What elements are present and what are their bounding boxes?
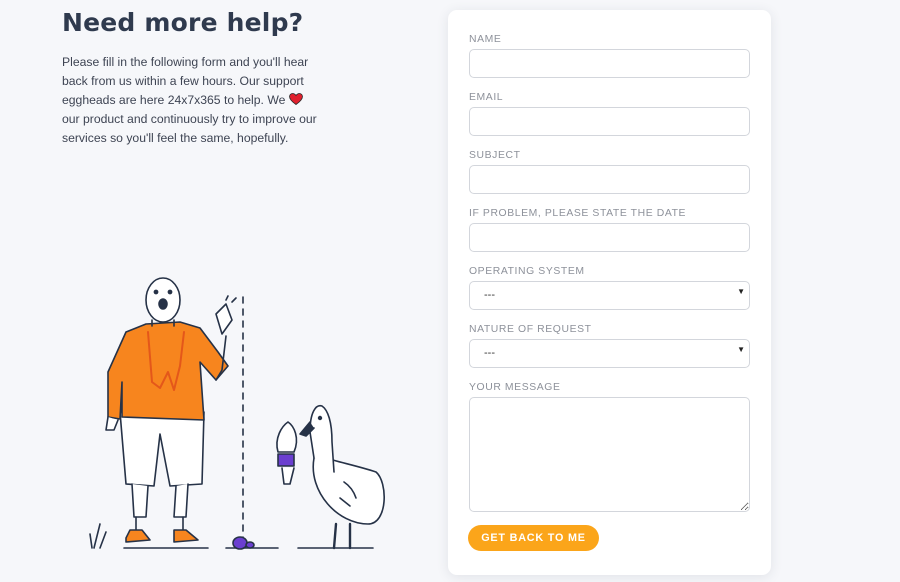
email-label: EMAIL (469, 92, 504, 103)
subject-field-group: SUBJECT (469, 150, 750, 194)
help-description: Please fill in the following form and yo… (62, 53, 322, 148)
name-input[interactable] (469, 49, 750, 78)
os-select[interactable]: --- ▼ (469, 281, 750, 310)
request-select[interactable]: --- ▼ (469, 339, 750, 368)
os-field-group: OPERATING SYSTEM --- ▼ (469, 266, 750, 310)
name-field-group: NAME (469, 34, 750, 78)
message-field-group: YOUR MESSAGE (469, 382, 750, 512)
subject-input[interactable] (469, 165, 750, 194)
chevron-down-icon: ▼ (737, 287, 745, 296)
message-textarea[interactable] (469, 397, 750, 512)
request-select-value: --- (484, 347, 495, 359)
request-field-group: NATURE OF REQUEST --- ▼ (469, 324, 750, 368)
help-description-start: Please fill in the following form and yo… (62, 55, 309, 107)
date-input[interactable] (469, 223, 750, 252)
request-label: NATURE OF REQUEST (469, 324, 592, 335)
name-label: NAME (469, 34, 502, 45)
date-field-group: IF PROBLEM, PLEASE STATE THE DATE (469, 208, 750, 252)
help-intro-section: Need more help? Please fill in the follo… (62, 8, 322, 148)
help-description-end: our product and continuously try to impr… (62, 112, 317, 145)
page-title: Need more help? (62, 8, 304, 37)
chevron-down-icon: ▼ (737, 345, 745, 354)
email-field-group: EMAIL (469, 92, 750, 136)
support-illustration (89, 277, 385, 550)
os-select-value: --- (484, 289, 495, 301)
heart-icon (288, 93, 303, 105)
subject-label: SUBJECT (469, 150, 521, 161)
date-label: IF PROBLEM, PLEASE STATE THE DATE (469, 208, 687, 219)
message-label: YOUR MESSAGE (469, 382, 561, 393)
contact-form: NAME EMAIL SUBJECT IF PROBLEM, PLEASE ST… (448, 10, 771, 575)
os-label: OPERATING SYSTEM (469, 266, 585, 277)
submit-button[interactable]: GET BACK TO ME (468, 525, 599, 551)
email-input[interactable] (469, 107, 750, 136)
